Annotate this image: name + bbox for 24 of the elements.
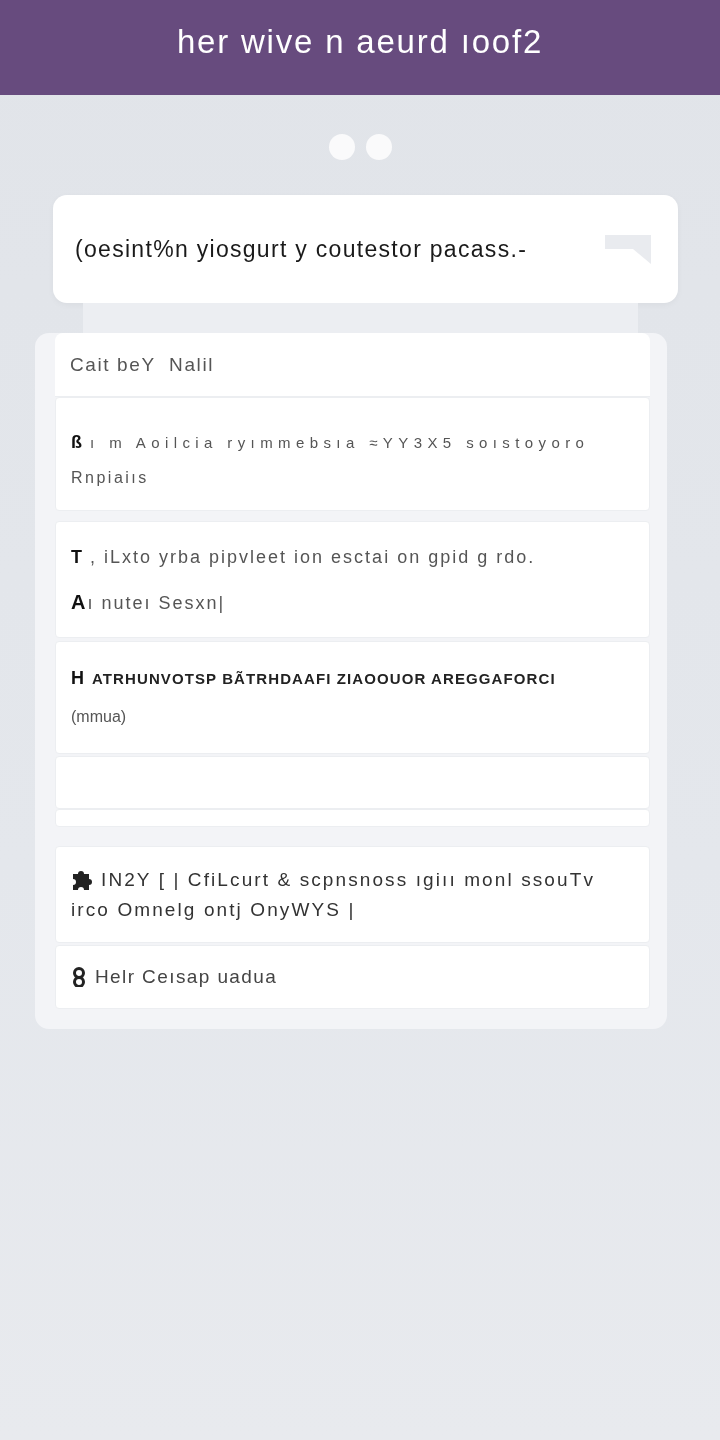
- row-text: , iLxto yrba pipvleet ion esctai on gpid g rdo.: [90, 546, 536, 568]
- row-text: ATRHUNVOTSP BÃTRHDAAFI ZIAOOUOR AREGGAFORCI: [92, 669, 556, 687]
- list-row[interactable]: Helr Ceısap uadua: [55, 945, 650, 1009]
- row-text: Rnpiaiıs: [71, 468, 149, 487]
- row-text: Aı nuteı Sesxn|: [71, 590, 226, 614]
- list-row[interactable]: ß ı m Aoilcia ryımmebsıa ≈YY3X5 soıstoyoro Rnpiaiıs: [55, 397, 650, 511]
- row-glyph: H: [71, 667, 84, 689]
- row-text: irco Omnelg ontj OnyWYS |: [71, 898, 356, 921]
- header-title: her wive n aeurd ıoof2: [176, 22, 544, 62]
- row-text: Helr Ceısap uadua: [95, 966, 278, 988]
- row-text: ı m Aoilcia ryımmebsıa ≈YY3X5 soıstoyoro: [90, 434, 590, 451]
- puzzle-icon: [71, 869, 93, 890]
- list-row[interactable]: H ATRHUNVOTSP BÃTRHDAAFI ZIAOOUOR AREGGAFORCI (mmua): [55, 641, 650, 754]
- row-text: (mmua): [71, 708, 127, 726]
- list-row[interactable]: IN2Y [ | CfiLcurt & scpnsnoss ıgiıı monl ssouTv irco Omnelg ontj OnyWYS |: [55, 846, 650, 943]
- dot-icon: [365, 134, 392, 160]
- list-header[interactable]: Cait beY Nalil: [55, 333, 650, 397]
- list-row[interactable]: T , iLxto yrba pipvleet ion esctai on gpid g rdo. Aı nuteı Sesxn|: [55, 521, 650, 638]
- loop-icon: [71, 967, 87, 987]
- prompt-text: (oesint%n yiosgurt y coutestor pacass.-: [75, 235, 528, 263]
- dot-icon: [328, 134, 355, 160]
- row-text: IN2Y [ | CfiLcurt & scpnsnoss ıgiıı monl ssouTv: [101, 868, 595, 891]
- row-glyph: T: [71, 546, 82, 568]
- row-glyph: ß: [71, 432, 82, 453]
